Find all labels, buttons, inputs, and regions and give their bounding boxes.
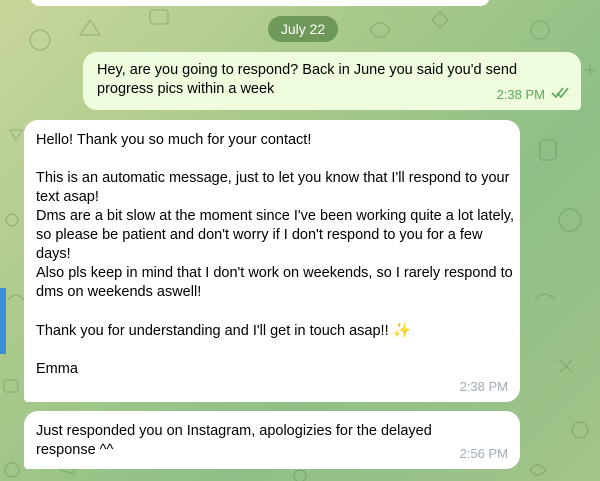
message-time: 2:38 PM xyxy=(459,379,508,394)
message-line xyxy=(36,341,514,360)
message-text: Hello! Thank you so much for your contac… xyxy=(36,131,514,379)
outgoing-message-bubble[interactable]: Hey, are you going to respond? Back in J… xyxy=(83,52,581,110)
message-line: Thank you for understanding and I'll get… xyxy=(36,323,389,339)
incoming-message-bubble[interactable]: Hello! Thank you so much for your contac… xyxy=(24,120,520,402)
message-line: Also pls keep in mind that I don't work … xyxy=(36,265,517,300)
message-meta: 2:38 PM xyxy=(497,85,569,104)
previous-message-bubble-edge xyxy=(30,0,490,6)
message-line xyxy=(36,302,514,321)
incoming-message-bubble[interactable]: Just responded you on Instagram, apologi… xyxy=(24,411,520,469)
message-line: Hello! Thank you so much for your contac… xyxy=(36,132,312,148)
sparkles-icon: ✨ xyxy=(392,322,412,339)
message-text: Just responded you on Instagram, apologi… xyxy=(36,423,436,458)
message-line: Emma xyxy=(36,361,78,377)
message-line: This is an automatic message, just to le… xyxy=(36,170,514,205)
message-line-with-emoji: Thank you for understanding and I'll get… xyxy=(36,321,514,341)
message-time: 2:56 PM xyxy=(459,446,508,461)
double-check-icon xyxy=(551,85,569,104)
message-line xyxy=(36,150,514,169)
message-time: 2:38 PM xyxy=(496,87,545,102)
date-separator: July 22 xyxy=(268,16,338,42)
message-line: Dms are a bit slow at the moment since I… xyxy=(36,208,519,262)
sidebar-edge-highlight xyxy=(0,288,6,354)
